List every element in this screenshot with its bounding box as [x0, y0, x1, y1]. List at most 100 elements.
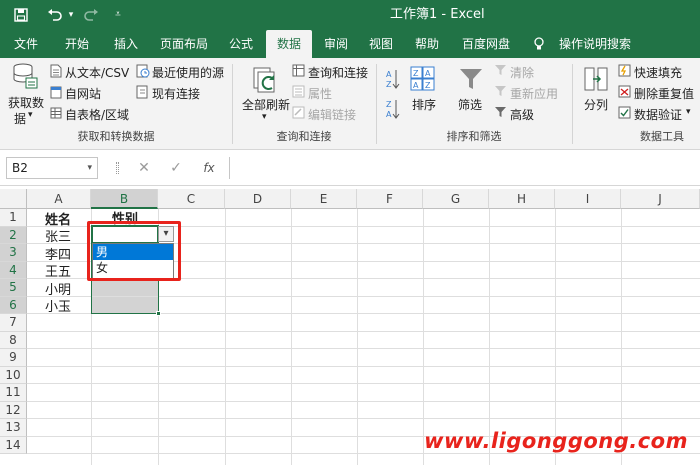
column-header-j[interactable]: J [621, 189, 700, 209]
refresh-all-button[interactable]: 全部刷新 [242, 96, 290, 113]
edit-links-button[interactable]: 编辑链接 [308, 106, 356, 123]
tab-formulas[interactable]: 公式 [220, 30, 262, 58]
get-data-label-2[interactable]: 据 [14, 110, 26, 127]
tab-data[interactable]: 数据 [266, 30, 312, 58]
gridline [423, 209, 424, 465]
row-header-7[interactable]: 7 [0, 314, 27, 332]
sort-button[interactable]: 排序 [412, 96, 436, 113]
gridline [27, 418, 700, 419]
advanced-filter-button[interactable]: 高级 [510, 106, 534, 123]
get-data-dropdown-icon[interactable]: ▾ [28, 110, 33, 120]
cancel-edit-icon[interactable]: ✕ [134, 158, 154, 178]
cell-a4[interactable]: 王五 [45, 261, 71, 280]
row-header-2[interactable]: 2 [0, 227, 27, 244]
flash-fill-button[interactable]: 快速填充 [634, 64, 682, 81]
existing-connections-button[interactable]: 现有连接 [152, 85, 200, 102]
confirm-edit-icon[interactable]: ✓ [166, 158, 186, 178]
web-icon [50, 85, 62, 102]
column-header-e[interactable]: E [291, 189, 357, 209]
formula-bar-grip[interactable] [116, 162, 119, 174]
edit-links-icon [292, 106, 305, 122]
cell-a2[interactable]: 张三 [45, 226, 71, 245]
tab-view[interactable]: 视图 [360, 30, 402, 58]
reapply-icon [494, 85, 507, 101]
row-header-10[interactable]: 10 [0, 367, 27, 384]
properties-button[interactable]: 属性 [308, 85, 332, 102]
worksheet-grid: A B C D E F G H I J 1 2 3 4 5 6 7 8 9 10… [0, 189, 700, 465]
tab-page-layout[interactable]: 页面布局 [152, 30, 216, 58]
row-header-3[interactable]: 3 [0, 244, 27, 262]
group-sort-filter-label: 排序和筛选 [446, 130, 502, 143]
cell-a6[interactable]: 小玉 [45, 296, 71, 315]
queries-connections-icon [292, 64, 305, 80]
column-header-d[interactable]: D [225, 189, 291, 209]
tab-help[interactable]: 帮助 [406, 30, 448, 58]
reapply-button[interactable]: 重新应用 [510, 85, 558, 102]
remove-duplicates-button[interactable]: 删除重复值 [634, 85, 694, 102]
existing-connections-icon [136, 85, 150, 102]
column-header-g[interactable]: G [423, 189, 489, 209]
highlight-annotation [87, 221, 181, 281]
table-icon [50, 106, 62, 123]
row-header-11[interactable]: 11 [0, 384, 27, 402]
from-web-button[interactable]: 自网站 [65, 85, 101, 102]
data-validation-icon [618, 106, 631, 122]
sort-dialog-icon[interactable]: ZAAZ [410, 66, 436, 95]
refresh-all-icon[interactable] [252, 66, 280, 97]
gridline [225, 209, 226, 465]
refresh-dropdown-icon[interactable]: ▾ [262, 112, 267, 122]
filter-icon[interactable] [458, 66, 484, 95]
gridline [27, 383, 700, 384]
recent-sources-button[interactable]: 最近使用的源 [152, 64, 224, 81]
tab-review[interactable]: 审阅 [316, 30, 356, 58]
ribbon: 获取数 据 ▾ 从文本/CSV 自网站 自表格/区域 最近使用的源 现有连接 获… [0, 58, 700, 150]
title-bar: ▾ ⩡ 工作簿1 - Excel [0, 0, 700, 30]
sort-ascending-icon[interactable]: AZ [386, 68, 400, 93]
get-data-icon[interactable] [12, 62, 38, 93]
get-data-label-1[interactable]: 获取数 [8, 94, 44, 111]
select-all-corner[interactable] [0, 189, 27, 209]
row-header-6[interactable]: 6 [0, 297, 27, 314]
data-validation-button[interactable]: 数据验证 [634, 106, 682, 123]
flash-fill-icon [618, 64, 631, 80]
sort-descending-icon[interactable]: ZA [386, 98, 400, 123]
column-header-c[interactable]: C [158, 189, 225, 209]
gridline [27, 348, 700, 349]
column-header-h[interactable]: H [489, 189, 555, 209]
column-header-f[interactable]: F [357, 189, 423, 209]
tell-me-search[interactable]: 操作说明搜索 [552, 30, 638, 58]
text-to-columns-button[interactable]: 分列 [584, 96, 608, 113]
row-header-1[interactable]: 1 [0, 209, 27, 227]
row-header-12[interactable]: 12 [0, 402, 27, 419]
text-to-columns-icon[interactable] [584, 66, 608, 95]
row-header-5[interactable]: 5 [0, 279, 27, 297]
data-validation-dropdown-icon[interactable]: ▾ [686, 107, 691, 117]
from-text-csv-button[interactable]: 从文本/CSV [65, 64, 129, 81]
from-table-range-button[interactable]: 自表格/区域 [65, 106, 129, 123]
svg-text:A: A [386, 70, 392, 79]
clear-filter-button[interactable]: 清除 [510, 64, 534, 81]
name-box[interactable]: B2 ▾ [6, 157, 98, 179]
row-header-4[interactable]: 4 [0, 262, 27, 279]
row-header-8[interactable]: 8 [0, 332, 27, 349]
tab-home[interactable]: 开始 [54, 30, 100, 58]
row-header-13[interactable]: 13 [0, 419, 27, 437]
formula-input[interactable] [229, 157, 700, 179]
tab-insert[interactable]: 插入 [104, 30, 148, 58]
column-header-i[interactable]: I [555, 189, 621, 209]
fill-handle[interactable] [156, 311, 161, 316]
filter-button[interactable]: 筛选 [458, 96, 482, 113]
text-file-icon [50, 64, 62, 81]
column-header-b[interactable]: B [91, 189, 158, 209]
tab-file[interactable]: 文件 [4, 30, 48, 58]
group-get-transform-label: 获取和转换数据 [77, 130, 155, 143]
row-header-14[interactable]: 14 [0, 437, 27, 454]
name-box-dropdown-icon[interactable]: ▾ [87, 158, 92, 178]
group-queries-label: 查询和连接 [276, 130, 332, 143]
row-header-9[interactable]: 9 [0, 349, 27, 367]
column-header-a[interactable]: A [27, 189, 91, 209]
queries-connections-button[interactable]: 查询和连接 [308, 64, 368, 81]
insert-function-icon[interactable]: fx [198, 158, 220, 178]
svg-text:A: A [425, 69, 431, 78]
tab-baidu-netdisk[interactable]: 百度网盘 [452, 30, 520, 58]
